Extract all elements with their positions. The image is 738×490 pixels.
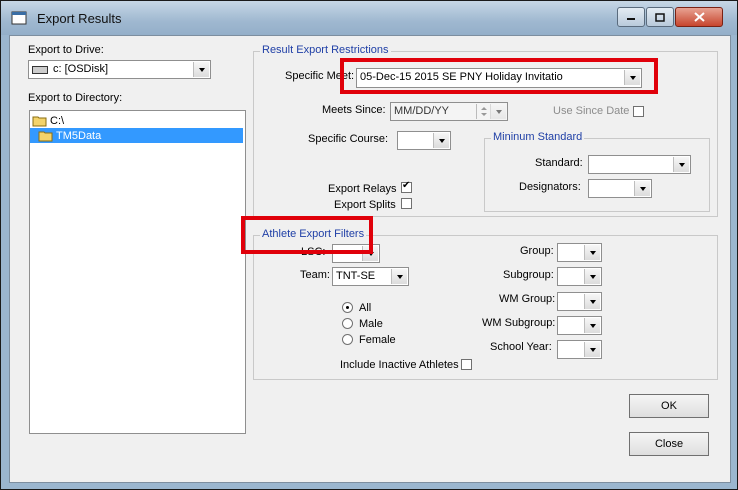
designators-select[interactable] xyxy=(588,179,652,198)
include-inactive-label: Include Inactive Athletes xyxy=(340,359,459,371)
wm-subgroup-label: WM Subgroup: xyxy=(482,317,556,329)
directory-item-selected[interactable]: TM5Data xyxy=(30,128,243,143)
export-drive-label: Export to Drive: xyxy=(28,44,104,56)
directory-item-label: TM5Data xyxy=(56,129,102,142)
use-since-date-label: Use Since Date xyxy=(553,105,630,117)
date-spinner-icon[interactable] xyxy=(476,104,491,119)
chevron-down-icon[interactable] xyxy=(584,342,600,357)
radio-female-label: Female xyxy=(359,334,396,346)
export-relays-label: Export Relays xyxy=(328,183,397,195)
export-splits-checkbox[interactable] xyxy=(401,198,412,209)
export-results-window: Export Results Export to Drive: c: [OSDi… xyxy=(0,0,738,490)
team-value: TNT-SE xyxy=(336,270,376,282)
radio-all[interactable] xyxy=(342,302,353,313)
standard-select[interactable] xyxy=(588,155,691,174)
export-directory-label: Export to Directory: xyxy=(28,92,123,104)
drive-select[interactable]: c: [OSDisk] xyxy=(28,60,211,79)
wm-subgroup-select[interactable] xyxy=(557,316,602,335)
directory-item[interactable]: C:\ xyxy=(32,113,64,128)
specific-course-label: Specific Course: xyxy=(308,133,389,145)
restrictions-group-title: Result Export Restrictions xyxy=(260,44,391,56)
chevron-down-icon[interactable] xyxy=(193,62,209,77)
meets-since-value: MM/DD/YY xyxy=(394,105,449,117)
group-label: Group: xyxy=(520,245,554,257)
maximize-icon xyxy=(655,12,665,22)
meets-since-date-input[interactable]: MM/DD/YY xyxy=(390,102,508,121)
close-window-button[interactable] xyxy=(675,7,723,27)
team-label: Team: xyxy=(300,269,330,281)
chevron-down-icon[interactable] xyxy=(673,157,689,172)
radio-all-label: All xyxy=(359,302,372,314)
close-button[interactable]: Close xyxy=(629,432,709,456)
window-title: Export Results xyxy=(37,11,122,26)
school-year-label: School Year: xyxy=(490,341,552,353)
group-select[interactable] xyxy=(557,243,602,262)
close-icon xyxy=(693,12,705,22)
chevron-down-icon[interactable] xyxy=(584,318,600,333)
team-select[interactable]: TNT-SE xyxy=(332,267,409,286)
meets-since-label: Meets Since: xyxy=(322,104,386,116)
subgroup-label: Subgroup: xyxy=(503,269,554,281)
chevron-down-icon[interactable] xyxy=(584,269,600,284)
chevron-down-icon[interactable] xyxy=(584,245,600,260)
subgroup-select[interactable] xyxy=(557,267,602,286)
standard-label: Standard: xyxy=(535,157,583,169)
ok-button[interactable]: OK xyxy=(629,394,709,418)
directory-item-label: C:\ xyxy=(50,114,65,127)
school-year-select[interactable] xyxy=(557,340,602,359)
specific-meet-highlight xyxy=(340,58,658,94)
include-inactive-checkbox[interactable] xyxy=(461,359,472,370)
drive-value: c: [OSDisk] xyxy=(53,63,109,75)
folder-open-icon xyxy=(38,131,53,141)
minimize-button[interactable] xyxy=(617,7,645,27)
minimum-standard-title: Mininum Standard xyxy=(491,131,585,143)
chevron-down-icon[interactable] xyxy=(584,294,600,309)
drive-icon xyxy=(32,66,48,74)
folder-open-icon xyxy=(32,116,47,126)
designators-label: Designators: xyxy=(519,181,581,193)
export-relays-checkbox[interactable] xyxy=(401,180,412,193)
use-since-date-checkbox[interactable] xyxy=(633,106,644,117)
chevron-down-icon[interactable] xyxy=(391,269,407,284)
chevron-down-icon[interactable] xyxy=(634,181,650,196)
title-bar[interactable]: Export Results xyxy=(1,1,737,35)
app-icon xyxy=(11,11,27,25)
specific-course-select[interactable] xyxy=(397,131,451,150)
radio-male[interactable] xyxy=(342,318,353,329)
minimum-standard-group: Mininum Standard xyxy=(484,131,710,212)
radio-female[interactable] xyxy=(342,334,353,345)
maximize-button[interactable] xyxy=(646,7,674,27)
directory-tree[interactable]: C:\ TM5Data xyxy=(29,110,246,434)
chevron-down-icon[interactable] xyxy=(433,133,449,148)
minimize-icon xyxy=(627,18,635,20)
dialog-client: Export to Drive: c: [OSDisk] Export to D… xyxy=(9,35,731,483)
wm-group-label: WM Group: xyxy=(499,293,556,305)
wm-group-select[interactable] xyxy=(557,292,602,311)
athlete-filters-highlight xyxy=(241,216,373,254)
chevron-down-icon[interactable] xyxy=(490,104,506,119)
export-splits-label: Export Splits xyxy=(334,199,396,211)
radio-male-label: Male xyxy=(359,318,383,330)
